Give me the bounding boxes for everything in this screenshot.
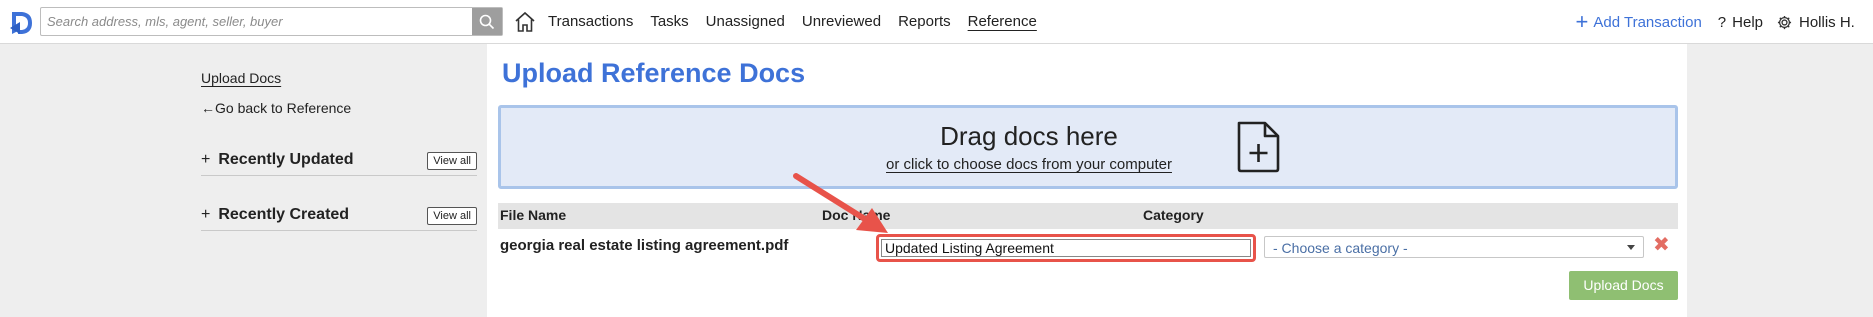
category-select[interactable]: - Choose a category - (1264, 236, 1644, 258)
plus-icon: + (1575, 9, 1589, 34)
view-all-button[interactable]: View all (427, 207, 477, 225)
right-nav: + Add Transaction ? Help Hollis H. (1576, 0, 1873, 44)
add-transaction-button[interactable]: + Add Transaction (1576, 11, 1702, 33)
top-bar: Transactions Tasks Unassigned Unreviewed… (0, 0, 1873, 44)
search-box (40, 7, 503, 36)
search-button[interactable] (472, 8, 502, 35)
gear-icon (1777, 15, 1792, 29)
nav-unreviewed[interactable]: Unreviewed (802, 0, 881, 44)
arrow-left-icon: ← (201, 100, 215, 116)
recently-updated-section[interactable]: + Recently Updated View all (201, 148, 477, 176)
help-link[interactable]: ? Help (1718, 14, 1763, 31)
annotation-arrow-icon (793, 173, 888, 233)
doc-name-highlight (876, 234, 1256, 262)
add-file-icon (1237, 121, 1280, 173)
upload-dropzone[interactable]: Drag docs here or click to choose docs f… (498, 105, 1678, 189)
column-file-name: File Name (500, 207, 567, 223)
nav-unassigned[interactable]: Unassigned (706, 0, 785, 44)
sidebar-upload-docs-link[interactable]: Upload Docs (201, 70, 281, 86)
main-nav: Transactions Tasks Unassigned Unreviewed… (548, 0, 1054, 44)
dropzone-subtitle[interactable]: or click to choose docs from your comput… (501, 156, 1557, 173)
home-icon[interactable] (514, 11, 536, 33)
category-selected-value: - Choose a category - (1273, 240, 1408, 256)
section-title: Recently Created (218, 206, 350, 223)
file-name-cell: georgia real estate listing agreement.pd… (500, 237, 789, 254)
nav-transactions[interactable]: Transactions (548, 0, 633, 44)
help-label: Help (1732, 13, 1763, 31)
chevron-down-icon (1627, 245, 1635, 250)
question-icon: ? (1717, 13, 1727, 31)
recently-created-section[interactable]: + Recently Created View all (201, 203, 477, 231)
user-name: Hollis H. (1799, 13, 1855, 31)
search-input[interactable] (41, 8, 474, 35)
view-all-button[interactable]: View all (427, 152, 477, 170)
remove-row-icon[interactable]: ✖ (1653, 234, 1670, 256)
dropzone-title: Drag docs here (940, 121, 1118, 151)
page-title: Upload Reference Docs (502, 58, 806, 88)
nav-reports[interactable]: Reports (898, 0, 951, 44)
user-menu[interactable]: Hollis H. (1777, 14, 1873, 31)
expand-icon: + (201, 206, 211, 223)
upload-docs-button[interactable]: Upload Docs (1569, 271, 1678, 300)
table-header: File Name Doc Name Category (498, 203, 1678, 229)
column-category: Category (1143, 207, 1204, 223)
nav-reference[interactable]: Reference (968, 0, 1037, 44)
search-icon (479, 14, 495, 29)
doc-name-input[interactable] (881, 239, 1251, 257)
logo-icon[interactable] (8, 10, 34, 36)
back-label: Go back to Reference (215, 100, 352, 116)
expand-icon: + (201, 151, 211, 168)
back-to-reference-link[interactable]: ←Go back to Reference (201, 100, 351, 116)
section-title: Recently Updated (218, 151, 354, 168)
add-transaction-label: Add Transaction (1593, 13, 1702, 31)
main-panel: Upload Reference Docs Drag docs here or … (487, 44, 1687, 317)
nav-tasks[interactable]: Tasks (650, 0, 688, 44)
